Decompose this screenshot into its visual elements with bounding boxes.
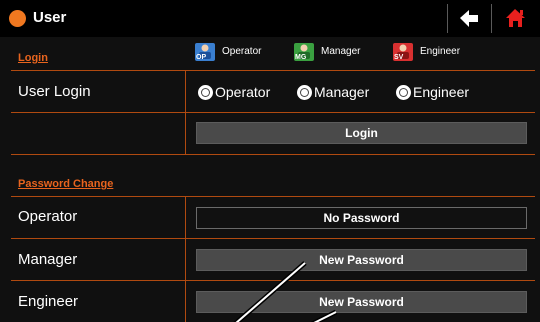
user-window: User Login OP Operator MG Manager SV Eng… [0, 0, 540, 322]
pointer-arrows-overlay [233, 261, 338, 322]
